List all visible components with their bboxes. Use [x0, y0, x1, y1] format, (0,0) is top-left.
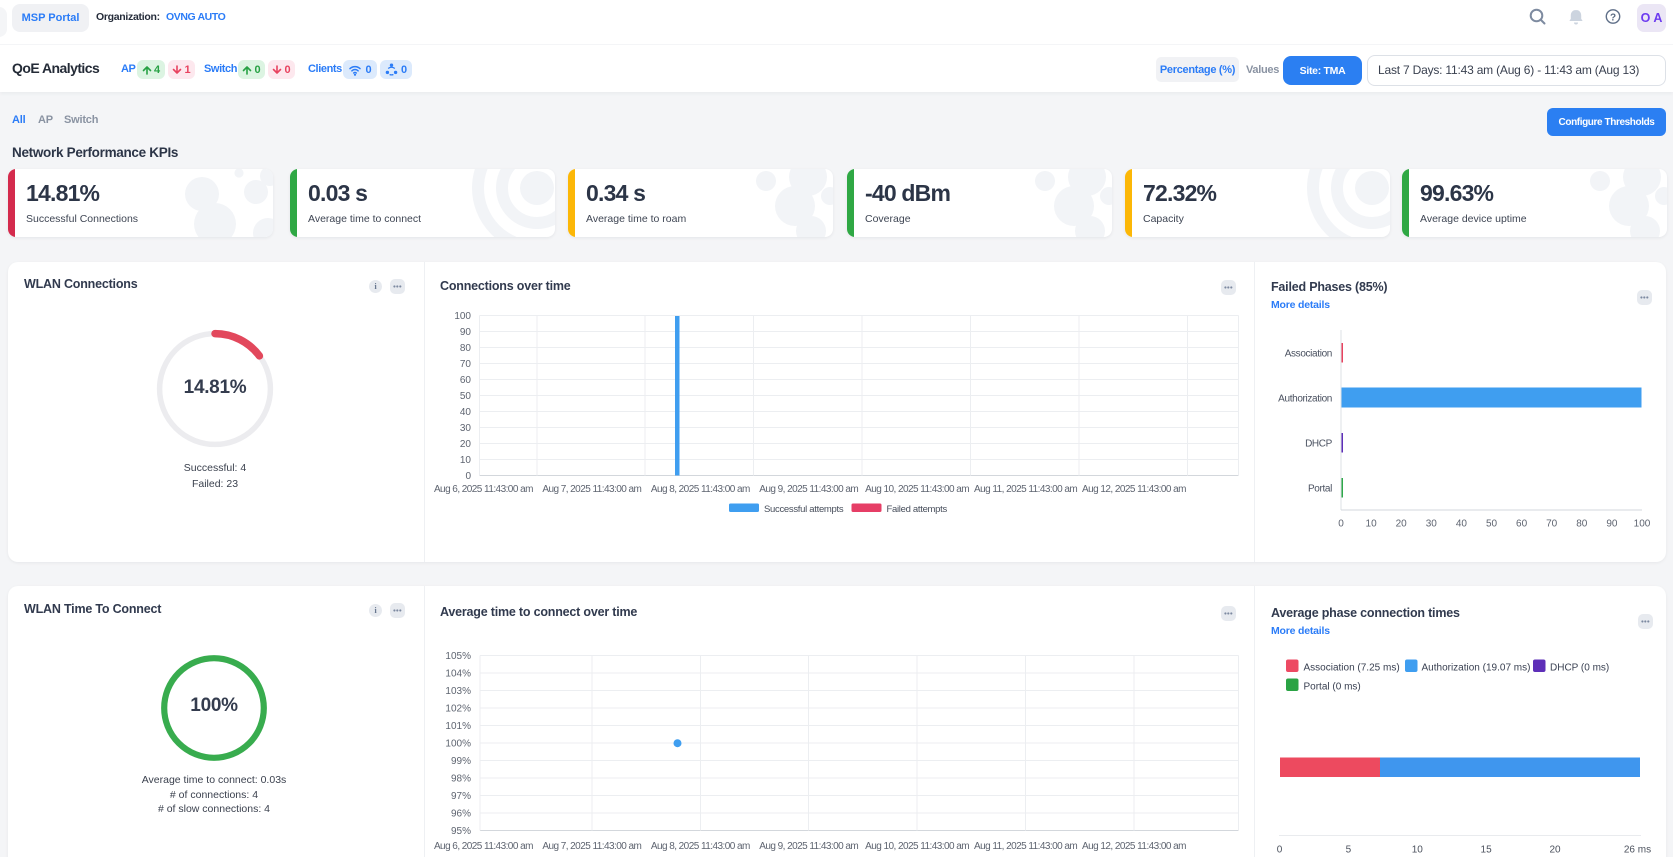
svg-text:101%: 101% [445, 721, 471, 732]
svg-text:15: 15 [1481, 845, 1493, 856]
svg-text:20: 20 [460, 439, 472, 450]
svg-text:104%: 104% [445, 669, 471, 680]
svg-text:Aug 10, 2025 11:43:00 am: Aug 10, 2025 11:43:00 am [865, 484, 969, 495]
svg-text:102%: 102% [445, 704, 471, 715]
svg-text:Aug 12, 2025 11:43:00 am: Aug 12, 2025 11:43:00 am [1082, 841, 1186, 852]
svg-text:40: 40 [1456, 519, 1468, 530]
svg-text:97%: 97% [451, 791, 471, 802]
svg-text:Successful attempts: Successful attempts [764, 504, 844, 515]
svg-text:Portal: Portal [1308, 484, 1332, 495]
svg-text:20: 20 [1396, 519, 1408, 530]
svg-text:Aug 10, 2025 11:43:00 am: Aug 10, 2025 11:43:00 am [865, 841, 969, 852]
svg-text:Aug 7, 2025 11:43:00 am: Aug 7, 2025 11:43:00 am [542, 484, 641, 495]
svg-text:98%: 98% [451, 774, 471, 785]
svg-text:Aug 8, 2025 11:43:00 am: Aug 8, 2025 11:43:00 am [651, 841, 750, 852]
svg-text:90: 90 [1606, 519, 1618, 530]
svg-text:Aug 6, 2025 11:43:00 am: Aug 6, 2025 11:43:00 am [434, 841, 533, 852]
svg-text:80: 80 [1576, 519, 1588, 530]
svg-text:Association: Association [1285, 349, 1332, 360]
svg-text:99%: 99% [451, 756, 471, 767]
svg-text:103%: 103% [445, 686, 471, 697]
svg-text:Aug 12, 2025 11:43:00 am: Aug 12, 2025 11:43:00 am [1082, 484, 1186, 495]
svg-text:5: 5 [1346, 845, 1352, 856]
svg-text:30: 30 [460, 423, 472, 434]
svg-text:90: 90 [460, 327, 472, 338]
svg-text:DHCP (0 ms): DHCP (0 ms) [1550, 662, 1609, 673]
svg-text:Aug 9, 2025 11:43:00 am: Aug 9, 2025 11:43:00 am [759, 484, 858, 495]
svg-text:40: 40 [460, 407, 472, 418]
svg-text:Authorization: Authorization [1278, 394, 1332, 405]
svg-text:105%: 105% [445, 651, 471, 662]
svg-text:Aug 8, 2025 11:43:00 am: Aug 8, 2025 11:43:00 am [651, 484, 750, 495]
svg-text:0: 0 [1277, 845, 1283, 856]
svg-text:50: 50 [460, 391, 472, 402]
svg-text:Portal (0 ms): Portal (0 ms) [1304, 681, 1361, 692]
svg-text:10: 10 [1412, 845, 1424, 856]
svg-text:95%: 95% [451, 826, 471, 837]
svg-text:100%: 100% [445, 739, 471, 750]
svg-text:0: 0 [1338, 519, 1344, 530]
svg-text:50: 50 [1486, 519, 1498, 530]
svg-text:26 ms: 26 ms [1624, 845, 1651, 856]
svg-text:30: 30 [1426, 519, 1438, 530]
svg-text:100: 100 [1634, 519, 1651, 530]
svg-text:10: 10 [1366, 519, 1378, 530]
svg-text:20: 20 [1549, 845, 1561, 856]
svg-text:96%: 96% [451, 809, 471, 820]
svg-text:60: 60 [460, 375, 472, 386]
svg-text:0: 0 [465, 471, 471, 482]
svg-text:DHCP: DHCP [1305, 439, 1333, 450]
svg-text:80: 80 [460, 343, 472, 354]
svg-text:Aug 11, 2025 11:43:00 am: Aug 11, 2025 11:43:00 am [974, 841, 1077, 852]
svg-text:70: 70 [460, 359, 472, 370]
svg-text:Aug 6, 2025 11:43:00 am: Aug 6, 2025 11:43:00 am [434, 484, 533, 495]
svg-text:10: 10 [460, 455, 472, 466]
svg-text:Aug 9, 2025 11:43:00 am: Aug 9, 2025 11:43:00 am [759, 841, 858, 852]
svg-text:Authorization (19.07 ms): Authorization (19.07 ms) [1422, 662, 1531, 673]
svg-text:Failed attempts: Failed attempts [887, 504, 948, 515]
svg-text:Aug 7, 2025 11:43:00 am: Aug 7, 2025 11:43:00 am [542, 841, 641, 852]
svg-text:100: 100 [454, 311, 471, 322]
svg-text:Aug 11, 2025 11:43:00 am: Aug 11, 2025 11:43:00 am [974, 484, 1077, 495]
svg-text:70: 70 [1546, 519, 1558, 530]
svg-text:Association (7.25 ms): Association (7.25 ms) [1304, 662, 1400, 673]
svg-text:60: 60 [1516, 519, 1528, 530]
